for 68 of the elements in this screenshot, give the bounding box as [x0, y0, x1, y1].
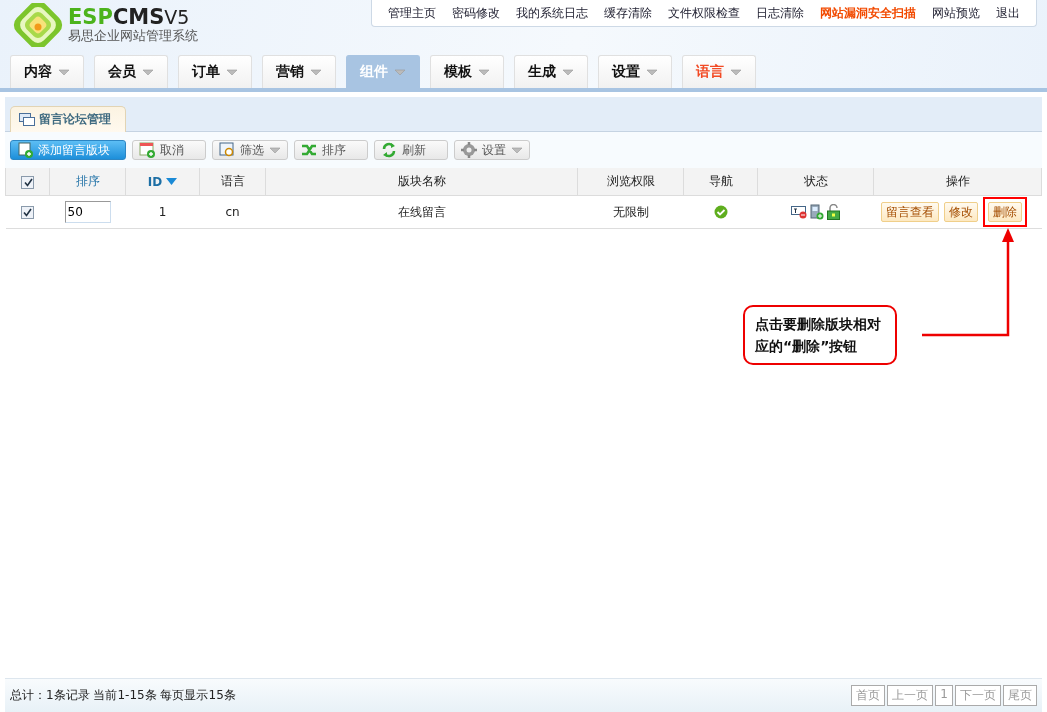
- caret-icon: [730, 68, 742, 76]
- toolbar-button[interactable]: 排序: [294, 140, 368, 160]
- nav-tab[interactable]: 生成: [514, 55, 588, 88]
- action-button[interactable]: 留言查看: [880, 202, 939, 222]
- document-plus-icon: [17, 142, 33, 158]
- windows-icon: [19, 112, 35, 127]
- panel-tab[interactable]: 留言论坛管理: [10, 106, 126, 132]
- caret-icon: [310, 68, 322, 76]
- action-button[interactable]: 修改: [943, 202, 978, 222]
- sort-down-icon: [166, 178, 178, 185]
- device-plus-icon: [810, 204, 824, 220]
- top-link[interactable]: 日志清除: [748, 4, 812, 22]
- top-link[interactable]: 缓存清除: [596, 4, 660, 22]
- nav-tab[interactable]: 营销: [262, 55, 336, 88]
- card-minus-icon: [791, 205, 807, 219]
- check-icon: [23, 208, 32, 217]
- column-header: 语言: [220, 173, 245, 190]
- column-header: 版块名称: [397, 173, 446, 190]
- name-cell: 在线留言: [397, 204, 446, 219]
- toolbar-button[interactable]: 刷新: [374, 140, 448, 160]
- caret-icon: [646, 68, 658, 76]
- logo-subtitle: 易思企业网站管理系统: [68, 28, 198, 44]
- check-icon: [24, 177, 33, 187]
- record-summary: 总计：1条记录 当前1-15条 每页显示15条: [10, 687, 236, 704]
- top-link[interactable]: 我的系统日志: [508, 4, 596, 22]
- top-link[interactable]: 管理主页: [380, 4, 444, 22]
- caret-icon: [478, 68, 490, 76]
- order-input[interactable]: 50: [64, 201, 111, 223]
- magnifier-icon: [219, 142, 235, 158]
- checkbox[interactable]: [21, 175, 34, 189]
- callout-note: 点击要删除版块相对应的“删除”按钮: [743, 305, 897, 365]
- panel-title: 留言论坛管理: [39, 111, 111, 128]
- top-link[interactable]: 密码修改: [444, 4, 508, 22]
- brand-logo: ESPCMSV5: [68, 6, 191, 28]
- caret-icon: [226, 68, 238, 76]
- nav-tab[interactable]: 订单: [178, 55, 252, 88]
- nav-tab[interactable]: 会员: [94, 55, 168, 88]
- nav-tab[interactable]: 内容: [10, 55, 84, 88]
- toolbar-button[interactable]: 筛选: [212, 140, 288, 160]
- top-link[interactable]: 网站漏洞安全扫描: [812, 4, 924, 22]
- column-header: 状态: [803, 173, 828, 190]
- action-button[interactable]: 删除: [987, 202, 1022, 222]
- access-cell: 无限制: [612, 204, 649, 219]
- top-link[interactable]: 网站预览: [924, 4, 988, 22]
- column-header[interactable]: 排序: [75, 173, 100, 190]
- column-header: 浏览权限: [606, 173, 655, 190]
- top-link[interactable]: 退出: [988, 4, 1028, 22]
- settings-icon: [461, 142, 477, 158]
- shuffle-icon: [301, 142, 317, 158]
- caret-icon: [511, 146, 523, 154]
- checkbox[interactable]: [21, 206, 34, 219]
- caret-icon: [142, 68, 154, 76]
- top-link[interactable]: 文件权限检查: [660, 4, 748, 22]
- caret-icon: [58, 68, 70, 76]
- toolbar-button[interactable]: 取消: [132, 140, 206, 160]
- column-header: 导航: [708, 173, 733, 190]
- refresh-icon: [381, 142, 397, 158]
- unlocked-padlock-icon: [827, 204, 840, 220]
- language-cell: cn: [225, 205, 240, 219]
- caret-icon: [394, 68, 406, 76]
- toolbar-button[interactable]: 设置: [454, 140, 530, 160]
- column-header: 操作: [945, 173, 970, 190]
- id-cell: 1: [158, 205, 167, 219]
- calendar-plus-icon: [139, 142, 155, 158]
- caret-icon: [269, 146, 281, 154]
- nav-tab[interactable]: 模板: [430, 55, 504, 88]
- nav-tab[interactable]: 设置: [598, 55, 672, 88]
- caret-icon: [562, 68, 574, 76]
